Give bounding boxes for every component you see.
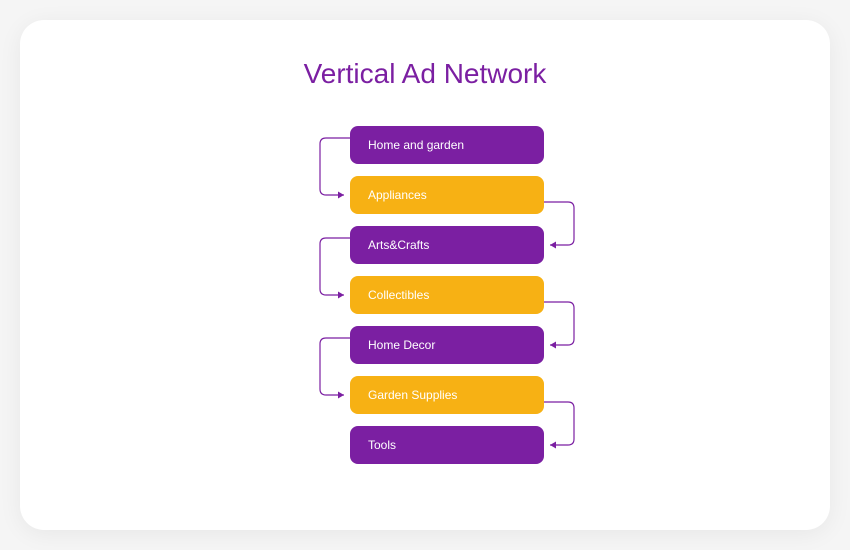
node-home-and-garden: Home and garden bbox=[350, 126, 544, 164]
connector-4-5 bbox=[320, 338, 350, 395]
node-label: Collectibles bbox=[368, 288, 429, 302]
node-label: Tools bbox=[368, 438, 396, 452]
connector-1-2 bbox=[544, 202, 574, 245]
arrowhead-3-4 bbox=[550, 342, 556, 349]
arrowhead-0-1 bbox=[338, 192, 344, 199]
connector-3-4 bbox=[544, 302, 574, 345]
connector-0-1 bbox=[320, 138, 350, 195]
node-collectibles: Collectibles bbox=[350, 276, 544, 314]
node-label: Garden Supplies bbox=[368, 388, 457, 402]
arrowhead-5-6 bbox=[550, 442, 556, 449]
flow-diagram: Home and garden Appliances Arts&Crafts C… bbox=[20, 118, 830, 498]
node-label: Home Decor bbox=[368, 338, 435, 352]
arrowhead-2-3 bbox=[338, 292, 344, 299]
connector-5-6 bbox=[544, 402, 574, 445]
diagram-card: Vertical Ad Network Home and garden bbox=[20, 20, 830, 530]
node-arts-crafts: Arts&Crafts bbox=[350, 226, 544, 264]
node-label: Appliances bbox=[368, 188, 427, 202]
node-garden-supplies: Garden Supplies bbox=[350, 376, 544, 414]
arrowhead-4-5 bbox=[338, 392, 344, 399]
node-label: Home and garden bbox=[368, 138, 464, 152]
arrowhead-1-2 bbox=[550, 242, 556, 249]
node-label: Arts&Crafts bbox=[368, 238, 429, 252]
connector-2-3 bbox=[320, 238, 350, 295]
diagram-title: Vertical Ad Network bbox=[20, 58, 830, 90]
node-tools: Tools bbox=[350, 426, 544, 464]
node-appliances: Appliances bbox=[350, 176, 544, 214]
node-home-decor: Home Decor bbox=[350, 326, 544, 364]
